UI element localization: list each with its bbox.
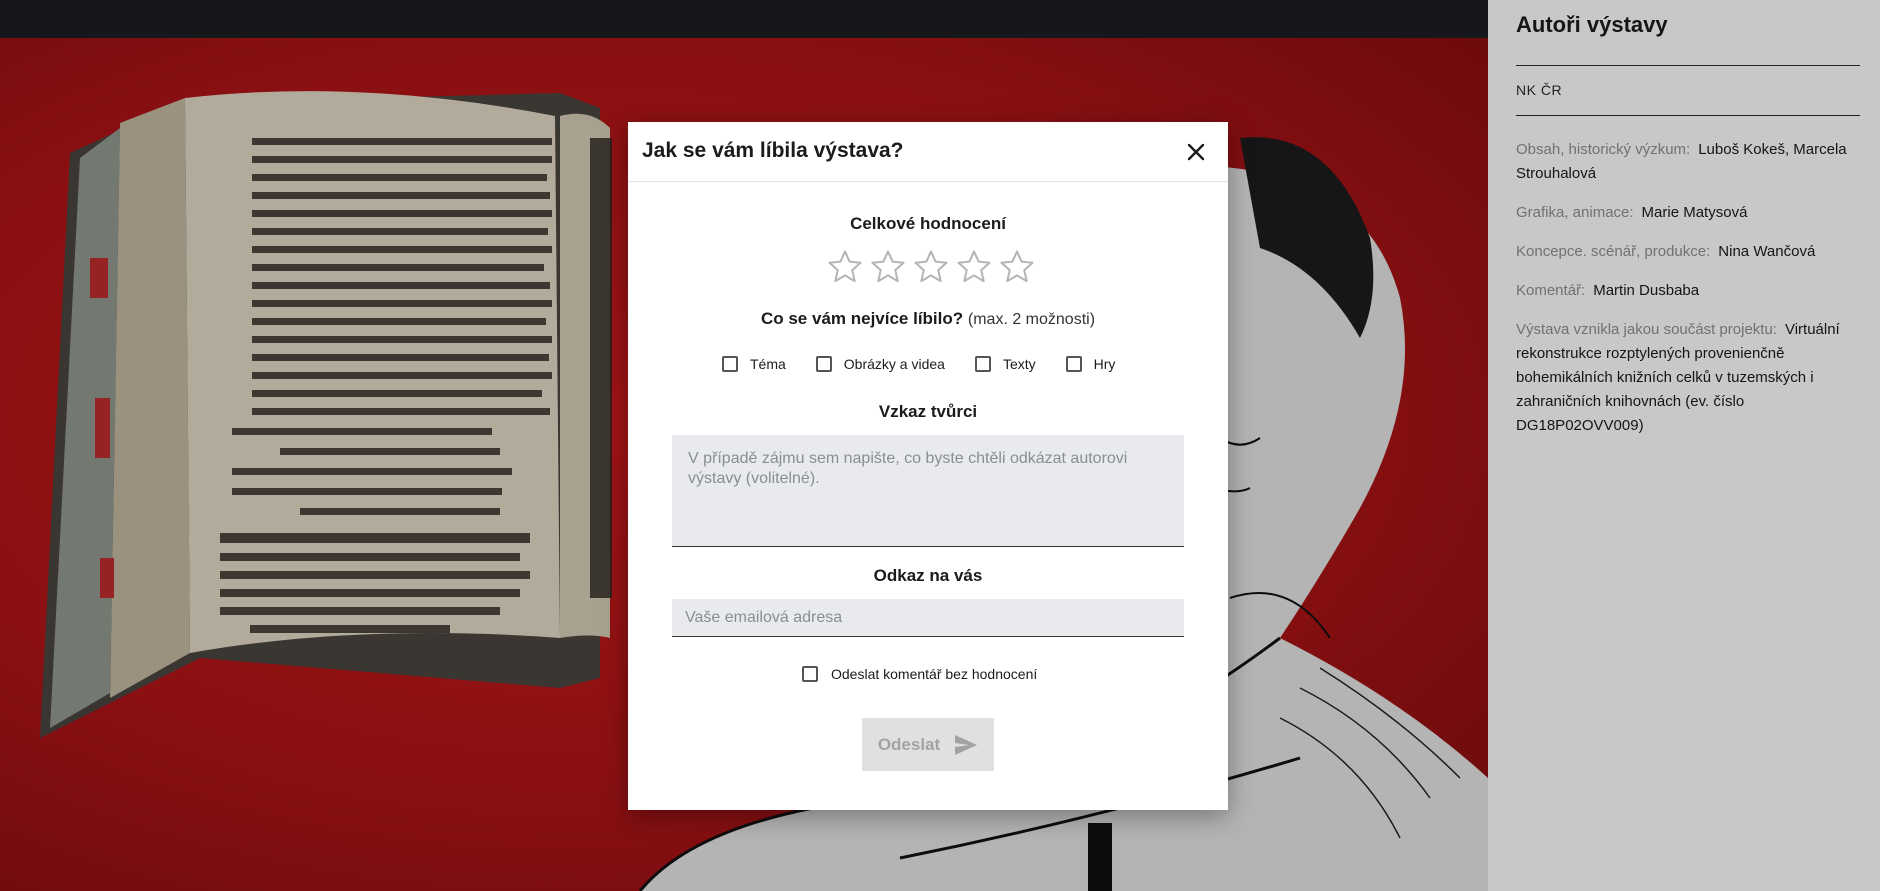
star-3[interactable] xyxy=(912,248,950,286)
favorites-question: Co se vám nejvíce líbilo? (max. 2 možnos… xyxy=(628,309,1228,329)
option-obrazky-a-videa[interactable]: Obrázky a videa xyxy=(815,356,945,372)
star-4[interactable] xyxy=(955,248,993,286)
option-tema[interactable]: Téma xyxy=(722,356,786,372)
contact-heading: Odkaz na vás xyxy=(873,566,983,585)
checkbox[interactable] xyxy=(815,356,832,372)
question-hint: (max. 2 možnosti) xyxy=(967,311,1096,328)
send-without-rating-label: Odeslat komentář bez hodnocení xyxy=(831,666,1038,682)
submit-button[interactable]: Odeslat xyxy=(862,718,994,771)
star-outline-icon xyxy=(957,250,991,283)
send-icon xyxy=(955,734,978,755)
checkbox[interactable] xyxy=(1065,356,1082,372)
message-textarea[interactable] xyxy=(672,435,1184,547)
rating-heading: Celkové hodnocení xyxy=(850,214,1006,233)
option-hry[interactable]: Hry xyxy=(1065,356,1116,372)
option-texty[interactable]: Texty xyxy=(974,356,1036,372)
star-rating xyxy=(826,248,1036,288)
option-label: Obrázky a videa xyxy=(843,356,945,372)
checkbox[interactable] xyxy=(722,356,738,372)
close-button[interactable] xyxy=(1184,140,1208,164)
star-5[interactable] xyxy=(998,248,1036,286)
email-input[interactable] xyxy=(672,599,1184,637)
star-1[interactable] xyxy=(826,248,864,286)
dialog-title: Jak se vám líbila výstava? xyxy=(642,139,904,162)
option-label: Hry xyxy=(1093,356,1116,372)
star-2[interactable] xyxy=(869,248,907,286)
star-outline-icon xyxy=(828,250,862,283)
dialog-header: Jak se vám líbila výstava? xyxy=(628,122,1228,182)
checkbox[interactable] xyxy=(974,356,991,372)
checkbox[interactable] xyxy=(802,666,818,682)
star-outline-icon xyxy=(1000,250,1034,283)
message-heading: Vzkaz tvůrci xyxy=(878,402,978,421)
favorites-options: Téma Obrázky a videa Texty Hry xyxy=(722,352,1145,376)
option-label: Texty xyxy=(1002,356,1036,372)
question-text: Co se vám nejvíce líbilo? xyxy=(760,309,964,328)
feedback-dialog: Jak se vám líbila výstava? Celkové hodno… xyxy=(628,122,1228,810)
close-icon xyxy=(1187,143,1205,161)
send-without-rating-toggle[interactable]: Odeslat komentář bez hodnocení xyxy=(802,666,1037,682)
submit-label: Odeslat xyxy=(877,734,941,754)
star-outline-icon xyxy=(914,250,948,283)
star-outline-icon xyxy=(871,250,905,283)
option-label: Téma xyxy=(750,356,786,372)
